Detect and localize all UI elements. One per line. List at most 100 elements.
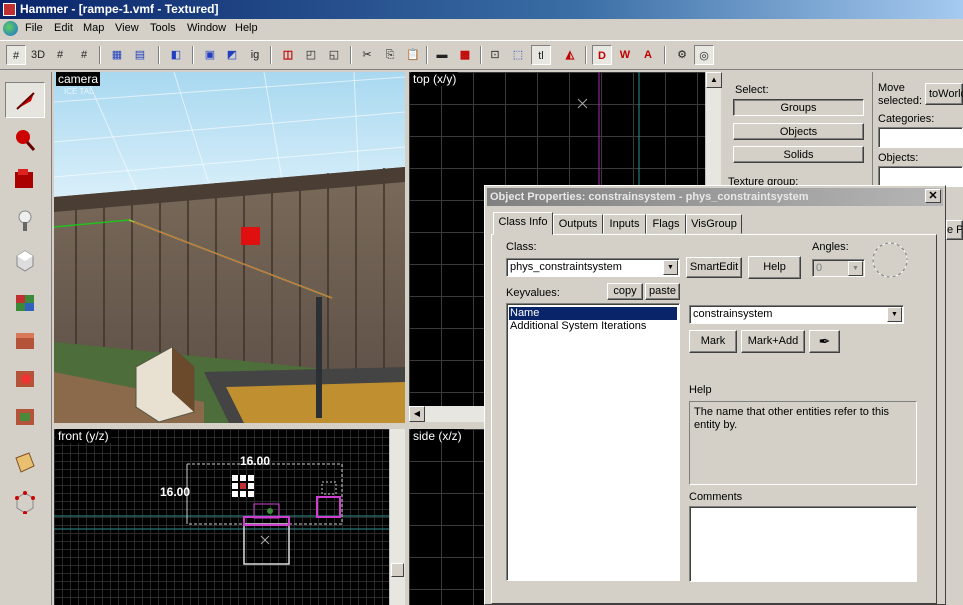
menu-view[interactable]: View <box>115 22 139 34</box>
select-icon[interactable]: ⬚ <box>508 45 528 65</box>
help-button[interactable]: Help <box>748 256 801 279</box>
tab-inputs[interactable]: Inputs <box>603 214 646 234</box>
cut-icon[interactable]: ✂ <box>357 45 377 65</box>
globe-icon[interactable] <box>3 21 18 36</box>
grid-large-icon[interactable]: # <box>74 45 94 65</box>
dialog-titlebar: Object Properties: constrainsystem - phy… <box>487 188 943 206</box>
tab-outputs[interactable]: Outputs <box>553 214 603 234</box>
tab-flags[interactable]: Flags <box>646 214 686 234</box>
partial-button[interactable]: e Pr <box>946 220 963 240</box>
help-icon[interactable]: A <box>638 45 658 65</box>
front-viewport[interactable]: front (y/z) 16.00 16.00 <box>54 429 405 605</box>
grid-3d-icon[interactable]: 3D <box>28 45 48 65</box>
ungroup-icon[interactable]: ◩ <box>222 45 242 65</box>
keyvalues-list[interactable]: Name Additional System Iterations <box>506 303 680 581</box>
texture-settings-icon[interactable]: ⚙ <box>672 45 692 65</box>
chevron-down-icon[interactable]: ▼ <box>887 307 902 322</box>
lock-icon[interactable]: ◱ <box>324 45 344 65</box>
snap-icon[interactable]: ⊡ <box>485 45 505 65</box>
cordon-icon[interactable]: ◫ <box>278 45 298 65</box>
menu-edit[interactable]: Edit <box>54 22 73 34</box>
categories-field[interactable] <box>878 127 963 148</box>
chevron-down-icon[interactable]: ▼ <box>663 260 678 275</box>
comments-label: Comments <box>689 491 743 503</box>
ignore-group-icon[interactable]: ig <box>245 45 265 65</box>
select-solids-button[interactable]: Solids <box>733 146 864 163</box>
show-icon[interactable]: ▣ <box>200 45 220 65</box>
hide-icon[interactable]: ◧ <box>166 45 186 65</box>
grid-3d-label: 3D <box>30 49 46 61</box>
chevron-down-icon[interactable]: ▼ <box>848 261 863 276</box>
to-world-button[interactable]: toWorld <box>925 83 963 105</box>
camera-viewport[interactable]: ICE TAL camera <box>54 72 405 423</box>
decals-icon[interactable]: D <box>592 45 612 65</box>
menu-file[interactable]: File <box>25 22 43 34</box>
value-combo[interactable]: constrainsystem ▼ <box>689 305 904 324</box>
copy-icon[interactable]: ⎘ <box>380 45 400 65</box>
smartedit-button[interactable]: SmartEdit <box>686 257 742 278</box>
texture-tool[interactable] <box>5 284 45 320</box>
select-objects-button[interactable]: Objects <box>733 123 864 140</box>
window-titlebar: Hammer - [rampe-1.vmf - Textured] <box>0 0 963 19</box>
wrap-icon[interactable]: ◰ <box>301 45 321 65</box>
vertex-tool[interactable] <box>5 484 45 520</box>
menu-map[interactable]: Map <box>83 22 104 34</box>
decal-tool[interactable] <box>5 360 45 396</box>
keyvalue-item-name[interactable]: Name <box>509 307 677 320</box>
select-groups-button[interactable]: Groups <box>733 99 864 116</box>
overlays-icon[interactable]: W <box>615 45 635 65</box>
copy-button[interactable]: copy <box>607 283 643 300</box>
select-label: Select: <box>735 84 769 96</box>
entity-report-icon[interactable]: ◎ <box>694 45 714 65</box>
class-combo-value: phys_constraintsystem <box>510 261 622 273</box>
magnify-tool[interactable] <box>5 122 45 158</box>
apply-texture-tool[interactable] <box>5 322 45 358</box>
menu-window[interactable]: Window <box>187 22 226 34</box>
help-text-box: The name that other entities refer to th… <box>689 401 917 485</box>
entity-tool[interactable] <box>5 202 45 238</box>
paste-icon[interactable]: 📋 <box>403 45 423 65</box>
mark-add-button[interactable]: Mark+Add <box>741 330 805 353</box>
front-width-dimension: 16.00 <box>240 454 271 468</box>
menubar: File Edit Map View Tools Window Help <box>0 19 963 39</box>
texture-app-icon[interactable]: ▩ <box>455 45 475 65</box>
objects-label: Objects: <box>878 152 919 164</box>
mark-button[interactable]: Mark <box>689 330 737 353</box>
run-map-icon[interactable]: ◭ <box>560 45 580 65</box>
grid-small-icon[interactable]: # <box>50 45 70 65</box>
comments-field[interactable] <box>689 506 917 582</box>
side-viewport[interactable]: side (x/z) <box>409 429 489 605</box>
objects-field[interactable] <box>878 166 963 187</box>
front-scrollbar-vertical[interactable] <box>389 429 405 605</box>
front-scroll-thumb[interactable] <box>391 563 404 577</box>
angles-combo[interactable]: 0 ▼ <box>812 259 865 277</box>
scroll-up-arrow-icon[interactable]: ▲ <box>706 72 722 88</box>
help-text: The name that other entities refer to th… <box>694 406 890 431</box>
class-combo[interactable]: phys_constraintsystem ▼ <box>506 258 680 277</box>
eyedropper-icon[interactable]: ✒ <box>809 330 840 353</box>
carve-icon[interactable]: ▦ <box>107 45 127 65</box>
close-icon[interactable]: ✕ <box>925 189 941 203</box>
block-tool[interactable] <box>5 242 45 278</box>
tab-visgroup[interactable]: VisGroup <box>686 214 742 234</box>
camera-icon <box>15 169 33 188</box>
group-icon[interactable]: ▤ <box>130 45 150 65</box>
help-label: A <box>644 49 652 61</box>
class-label: Class: <box>506 241 537 253</box>
grid-icon[interactable]: # <box>6 45 26 65</box>
menu-help[interactable]: Help <box>235 22 258 34</box>
angles-dial-icon[interactable] <box>870 240 910 280</box>
toggle-icon[interactable]: tl <box>531 45 551 65</box>
overlay-tool[interactable] <box>5 398 45 434</box>
top-label: top (x/y) <box>411 72 459 86</box>
camera-tool[interactable] <box>5 160 45 196</box>
tab-class-info[interactable]: Class Info <box>493 212 553 235</box>
keyvalue-item-iterations[interactable]: Additional System Iterations <box>509 320 677 333</box>
texture-lock-icon[interactable]: ▬ <box>432 45 452 65</box>
menu-tools[interactable]: Tools <box>150 22 176 34</box>
paste-button[interactable]: paste <box>645 283 680 300</box>
keyvalues-label: Keyvalues: <box>506 287 560 299</box>
selection-tool[interactable] <box>5 82 45 118</box>
clip-tool[interactable] <box>5 444 45 480</box>
scroll-left-arrow-icon[interactable]: ◀ <box>409 406 425 422</box>
